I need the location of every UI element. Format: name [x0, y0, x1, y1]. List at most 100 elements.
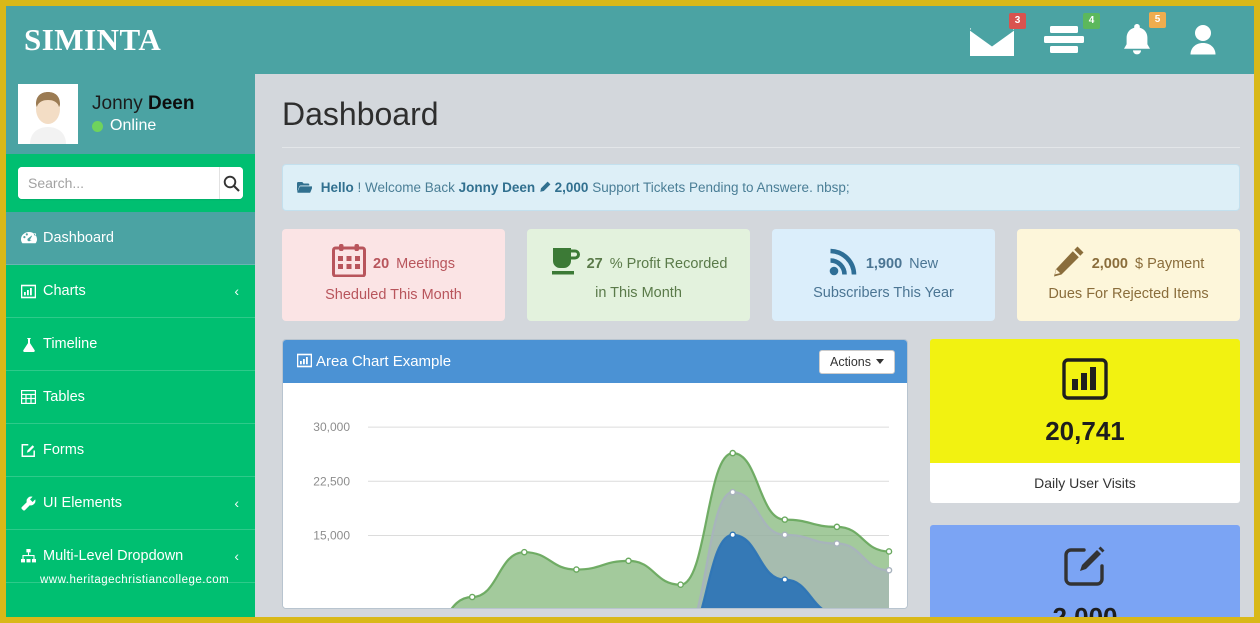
panel-title: Area Chart Example — [297, 353, 451, 370]
sidebar-search — [6, 154, 255, 212]
chevron-left-icon: ‹ — [234, 495, 239, 511]
stat-line-1: 2,000 $ Payment — [1053, 245, 1205, 284]
calendar-icon — [332, 244, 366, 284]
stat-unit: $ Payment — [1135, 254, 1204, 275]
alert-hello: Hello — [321, 180, 354, 195]
panel-header: Area Chart Example Actions — [283, 340, 907, 383]
widget-top: 2,000 — [930, 525, 1240, 617]
chevron-left-icon: ‹ — [234, 548, 239, 564]
search-icon — [223, 175, 240, 192]
sidebar-label: Multi-Level Dropdown — [43, 548, 183, 564]
actions-button[interactable]: Actions — [819, 350, 895, 374]
stat-number: 20 — [373, 254, 389, 275]
chevron-left-icon: ‹ — [234, 283, 239, 299]
folder-open-icon — [297, 180, 316, 195]
sidebar-label: Charts — [43, 283, 86, 299]
sidebar-item-ui-elements[interactable]: UI Elements ‹ — [6, 477, 255, 530]
widget-daily-user-visits[interactable]: 20,741 Daily User Visits — [930, 339, 1240, 503]
stat-number: 2,000 — [1092, 254, 1128, 275]
welcome-alert: Hello ! Welcome Back Jonny Deen 2,000 Su… — [282, 164, 1240, 211]
tasks-badge: 4 — [1083, 13, 1100, 29]
user-status-label: Online — [110, 117, 156, 135]
area-chart-svg: 15,00022,50030,000 — [283, 383, 908, 609]
pencil-inline-icon — [539, 180, 555, 195]
envelope-icon[interactable]: 3 — [968, 22, 1016, 58]
sidebar-item-charts[interactable]: Charts ‹ — [6, 265, 255, 318]
tasks-icon[interactable]: 4 — [1044, 22, 1090, 58]
sidebar-item-dashboard[interactable]: Dashboard — [6, 212, 255, 265]
online-dot-icon — [92, 121, 103, 132]
widget-top: 20,741 — [930, 339, 1240, 463]
stat-unit: New — [909, 254, 938, 275]
pencil-square-box-icon — [1062, 543, 1108, 592]
widget-secondary[interactable]: 2,000 — [930, 525, 1240, 617]
rss-icon — [829, 246, 859, 283]
user-icon[interactable] — [1184, 21, 1222, 59]
panel-title-label: Area Chart Example — [316, 353, 451, 370]
stat-line-1: 20 Meetings — [332, 244, 455, 284]
stat-unit: Meetings — [396, 254, 455, 275]
svg-text:30,000: 30,000 — [313, 420, 350, 434]
sitemap-icon — [20, 549, 37, 563]
sidebar-label: Tables — [43, 389, 85, 405]
widget-caption: Daily User Visits — [930, 463, 1240, 503]
stat-number: 27 — [587, 254, 603, 275]
user-status: Online — [92, 117, 194, 135]
page-title: Dashboard — [282, 74, 1240, 148]
sidebar-item-tables[interactable]: Tables — [6, 371, 255, 424]
sidebar-item-multi-level-dropdown[interactable]: Multi-Level Dropdown ‹ — [6, 530, 255, 583]
chart-canvas[interactable]: 15,00022,50030,000 — [283, 383, 907, 609]
sidebar-label: Dashboard — [43, 230, 114, 246]
app-window: SIMINTA 3 4 5 — [0, 0, 1260, 623]
stat-card-payment-dues[interactable]: 2,000 $ Payment Dues For Rejected Items — [1017, 229, 1240, 321]
avatar — [18, 84, 78, 144]
stat-line-1: 1,900 New — [829, 246, 938, 283]
sidebar-label: Forms — [43, 442, 84, 458]
main-content: Dashboard Hello ! Welcome Back Jonny Dee… — [255, 74, 1254, 617]
sidebar-user-panel[interactable]: Jonny Deen Online — [6, 74, 255, 154]
search-button[interactable] — [219, 167, 243, 199]
tachometer-icon — [20, 231, 37, 245]
alert-tail: Support Tickets Pending to Answere. nbsp… — [588, 180, 849, 195]
stat-unit: % Profit Recorded — [610, 254, 728, 275]
bell-icon[interactable]: 5 — [1118, 21, 1156, 59]
stat-card-profit[interactable]: 27 % Profit Recorded in This Month — [527, 229, 750, 321]
user-name: Jonny Deen — [92, 93, 194, 115]
user-last-name: Deen — [148, 93, 194, 114]
svg-text:22,500: 22,500 — [313, 474, 350, 488]
sidebar-item-timeline[interactable]: Timeline — [6, 318, 255, 371]
sidebar-label: Timeline — [43, 336, 97, 352]
widget-number: 2,000 — [1052, 602, 1117, 617]
pencil-square-icon — [20, 443, 37, 458]
stat-card-subscribers[interactable]: 1,900 New Subscribers This Year — [772, 229, 995, 321]
actions-label: Actions — [830, 355, 871, 369]
sidebar-label: UI Elements — [43, 495, 122, 511]
pencil-icon — [1053, 245, 1085, 284]
top-navbar: SIMINTA 3 4 5 — [6, 6, 1254, 74]
user-first-name: Jonny — [92, 93, 148, 114]
stat-line-2: in This Month — [595, 283, 682, 304]
bar-chart-icon — [20, 284, 37, 299]
chevron-down-icon — [876, 359, 884, 364]
app-logo[interactable]: SIMINTA — [24, 22, 161, 58]
stat-line-2: Sheduled This Month — [325, 285, 462, 306]
stat-line-2: Subscribers This Year — [813, 283, 954, 304]
stat-number: 1,900 — [866, 254, 902, 275]
widget-number: 20,741 — [1045, 416, 1125, 447]
bell-badge: 5 — [1149, 12, 1166, 28]
sidebar-menu: Dashboard Charts ‹ Timeline — [6, 212, 255, 583]
widget-column: 20,741 Daily User Visits 2,000 — [930, 339, 1240, 617]
alert-user: Jonny Deen — [459, 180, 536, 195]
search-input[interactable] — [18, 167, 219, 199]
coffee-icon — [550, 246, 580, 283]
stat-line-2: Dues For Rejected Items — [1048, 284, 1208, 305]
envelope-badge: 3 — [1009, 13, 1026, 29]
alert-count: 2,000 — [555, 180, 589, 195]
bar-chart-box-icon — [1062, 357, 1108, 406]
sidebar-item-forms[interactable]: Forms — [6, 424, 255, 477]
top-icon-group: 3 4 5 — [968, 21, 1238, 59]
table-icon — [20, 390, 37, 404]
stat-line-1: 27 % Profit Recorded — [550, 246, 728, 283]
wrench-icon — [20, 496, 37, 511]
stat-card-meetings[interactable]: 20 Meetings Sheduled This Month — [282, 229, 505, 321]
